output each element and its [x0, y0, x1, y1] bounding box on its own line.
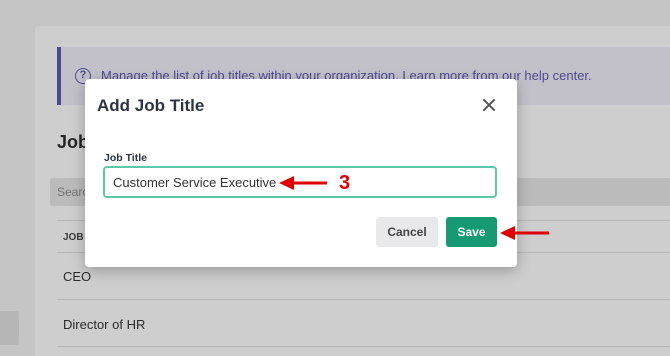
cancel-button[interactable]: Cancel [376, 217, 438, 247]
add-job-title-dialog: Add Job Title Job Title Cancel Save [85, 79, 517, 267]
step-number-label: 3 [339, 172, 351, 194]
dialog-title: Add Job Title [97, 96, 205, 115]
save-button[interactable]: Save [446, 217, 497, 247]
close-icon[interactable] [480, 96, 498, 114]
job-title-label: Job Title [104, 152, 147, 164]
job-title-input[interactable] [103, 166, 497, 198]
